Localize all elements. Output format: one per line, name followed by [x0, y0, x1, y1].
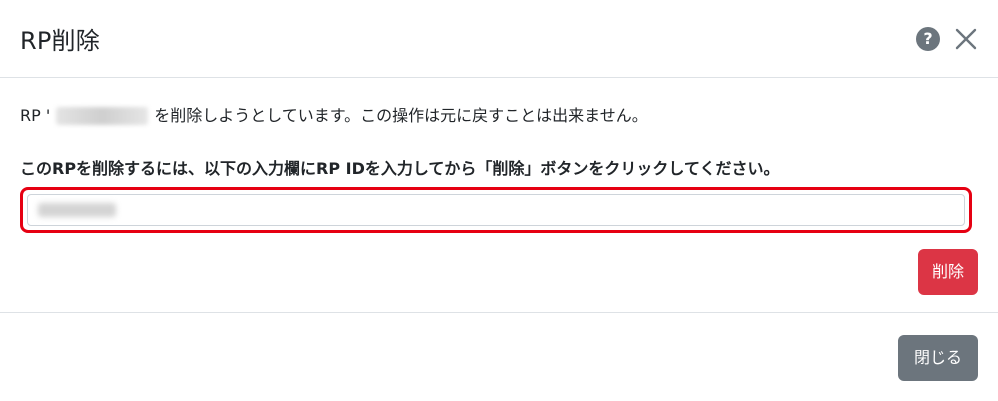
- delete-rp-modal: RP削除 ? RP ' を削除しようとしています。この操作は元に戻すことは出来ま…: [0, 0, 998, 401]
- modal-header: RP削除 ?: [0, 0, 998, 78]
- modal-footer: 閉じる: [0, 312, 998, 401]
- modal-body: RP ' を削除しようとしています。この操作は元に戻すことは出来ません。 このR…: [0, 78, 998, 312]
- warning-message: RP ' を削除しようとしています。この操作は元に戻すことは出来ません。: [20, 104, 978, 128]
- delete-instruction: このRPを削除するには、以下の入力欄にRP IDを入力してから「削除」ボタンをク…: [20, 159, 780, 178]
- close-button[interactable]: 閉じる: [897, 335, 978, 381]
- delete-button[interactable]: 削除: [917, 249, 978, 295]
- close-icon[interactable]: [954, 27, 978, 51]
- message-prefix: RP ': [20, 106, 51, 125]
- redacted-input-value: [38, 203, 116, 217]
- redacted-rp-id: [56, 107, 149, 125]
- help-icon[interactable]: ?: [916, 26, 940, 51]
- message-suffix: を削除しようとしています。この操作は元に戻すことは出来ません。: [154, 106, 648, 125]
- rp-id-input-highlight: [20, 187, 972, 233]
- modal-title: RP削除: [20, 27, 100, 55]
- rp-id-input[interactable]: [27, 194, 965, 226]
